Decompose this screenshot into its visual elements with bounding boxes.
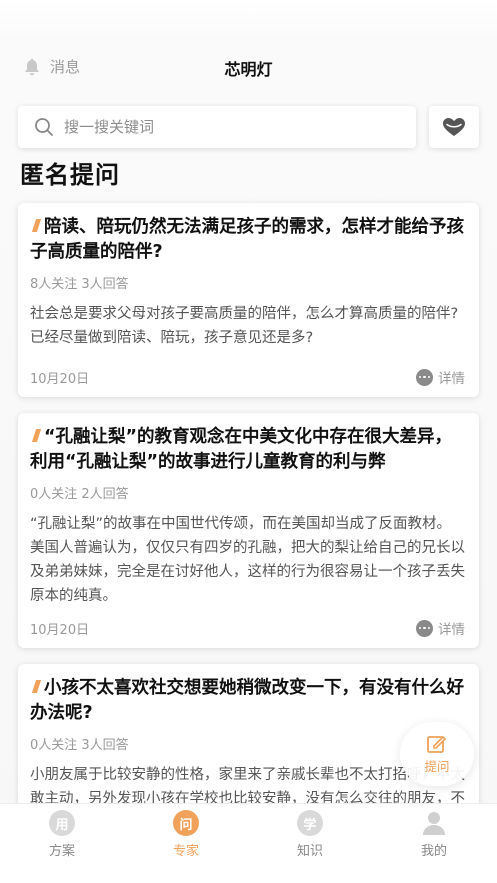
ask-question-button[interactable]: 提问 bbox=[400, 722, 474, 786]
top-bar: 消息 芯明灯 bbox=[0, 44, 497, 88]
question-meta: 0人关注 2人回答 bbox=[30, 487, 129, 502]
accent-mark-icon bbox=[31, 680, 42, 693]
tab-label: 知识 bbox=[296, 844, 323, 859]
search-input[interactable] bbox=[64, 118, 364, 136]
plans-icon: 用 bbox=[49, 810, 75, 836]
user-icon bbox=[423, 812, 445, 835]
detail-label: 详情 bbox=[438, 622, 465, 638]
edit-icon bbox=[427, 735, 446, 753]
section-title: 匿名提问 bbox=[20, 161, 120, 189]
heart-icon bbox=[443, 118, 465, 136]
detail-label: 详情 bbox=[438, 371, 465, 387]
question-title: 小孩不太喜欢社交想要她稍微改变一下，有没有什么好办法呢? bbox=[30, 678, 464, 723]
tab-profile[interactable]: 我的 bbox=[404, 810, 464, 859]
question-description: “孔融让梨”的故事在中国世代传颂，而在美国却当成了反面教材。美国人普遍认为，仅仅… bbox=[30, 516, 465, 604]
question-description: 社会总是要求父母对孩子要高质量的陪伴，怎么才算高质量的陪伴? 已经尽量做到陪读、… bbox=[30, 306, 459, 346]
tab-knowledge[interactable]: 学 知识 bbox=[280, 810, 340, 859]
tab-label: 专家 bbox=[172, 844, 199, 859]
tab-label: 方案 bbox=[48, 844, 75, 859]
card-footer: 10月20日 详情 bbox=[30, 618, 465, 638]
search-bar[interactable] bbox=[18, 106, 416, 148]
question-date: 10月20日 bbox=[30, 622, 90, 638]
knowledge-icon: 学 bbox=[297, 810, 323, 836]
tab-label: 我的 bbox=[420, 844, 447, 859]
bottom-tab-bar: 用 方案 问 专家 学 知识 我的 bbox=[0, 803, 497, 883]
favorites-button[interactable] bbox=[429, 106, 479, 148]
question-title: 陪读、陪玩仍然无法满足孩子的需求，怎样才能给予孩子高质量的陪伴? bbox=[30, 217, 464, 262]
more-icon bbox=[416, 368, 433, 386]
question-meta: 8人关注 3人回答 bbox=[30, 277, 129, 292]
more-icon bbox=[416, 619, 433, 637]
detail-button[interactable]: 详情 bbox=[416, 618, 465, 638]
experts-icon: 问 bbox=[173, 810, 199, 836]
question-title: “孔融让梨”的教育观念在中美文化中存在很大差异，利用“孔融让梨”的故事进行儿童教… bbox=[30, 427, 453, 472]
question-date: 10月20日 bbox=[30, 371, 90, 387]
ask-label: 提问 bbox=[424, 758, 450, 774]
tab-plans[interactable]: 用 方案 bbox=[32, 810, 92, 859]
question-card[interactable]: “孔融让梨”的教育观念在中美文化中存在很大差异，利用“孔融让梨”的故事进行儿童教… bbox=[18, 413, 479, 648]
tab-experts[interactable]: 问 专家 bbox=[156, 810, 216, 859]
question-card[interactable]: 陪读、陪玩仍然无法满足孩子的需求，怎样才能给予孩子高质量的陪伴? 8人关注 3人… bbox=[18, 203, 479, 397]
detail-button[interactable]: 详情 bbox=[416, 367, 465, 387]
page-title: 芯明灯 bbox=[224, 60, 273, 79]
search-icon bbox=[35, 118, 53, 136]
accent-mark-icon bbox=[31, 429, 42, 442]
card-footer: 10月20日 详情 bbox=[30, 367, 465, 387]
accent-mark-icon bbox=[31, 219, 42, 232]
